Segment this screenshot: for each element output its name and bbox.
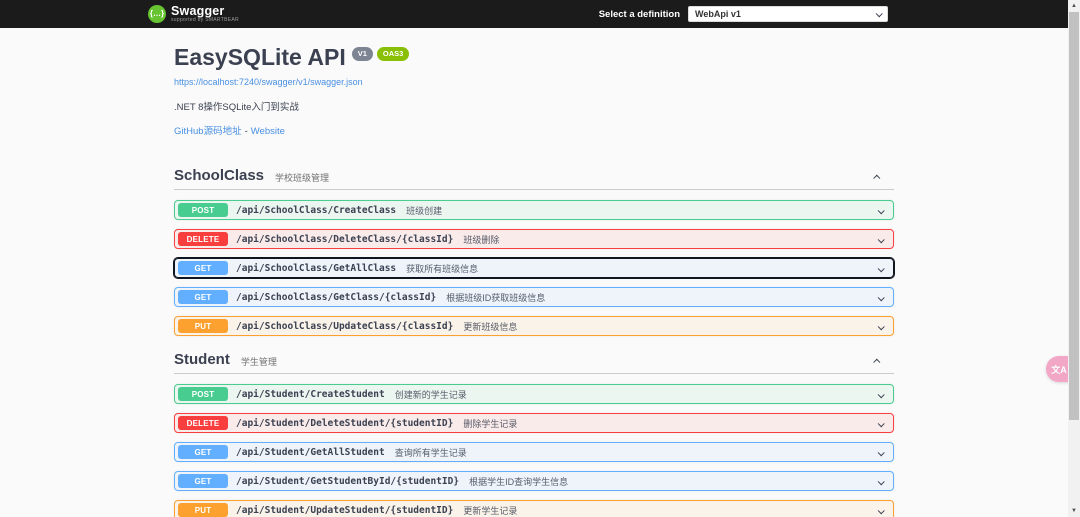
scroll-up-arrow-icon[interactable]: ▲ [1068, 0, 1080, 12]
endpoint-row[interactable]: GET /api/Student/GetStudentById/{student… [174, 471, 894, 491]
chevron-down-icon[interactable] [876, 441, 885, 463]
api-info: EasySQLite API V1 OAS3 https://localhost… [174, 28, 894, 137]
tag-section: SchoolClass 学校班级管理 POST /api/SchoolClass… [174, 166, 894, 336]
http-method-badge: PUT [178, 503, 228, 517]
endpoint-path: /api/SchoolClass/GetAllClass [236, 263, 396, 274]
section-header[interactable]: SchoolClass 学校班级管理 [174, 166, 894, 190]
endpoint-path: /api/Student/GetAllStudent [236, 447, 385, 458]
chevron-down-icon[interactable] [876, 499, 885, 517]
section-title: SchoolClass [174, 167, 264, 184]
chevron-down-icon[interactable] [876, 383, 885, 405]
operations-list: POST /api/Student/CreateStudent 创建新的学生记录… [174, 384, 894, 517]
operations-list: POST /api/SchoolClass/CreateClass 班级创建 D… [174, 200, 894, 336]
endpoint-row[interactable]: POST /api/Student/CreateStudent 创建新的学生记录 [174, 384, 894, 404]
api-description: .NET 8操作SQLite入门到实战 [174, 99, 894, 113]
chevron-down-icon[interactable] [876, 286, 885, 308]
chevron-up-icon[interactable] [873, 165, 882, 187]
oas3-badge: OAS3 [377, 47, 409, 61]
endpoint-row[interactable]: DELETE /api/SchoolClass/DeleteClass/{cla… [174, 229, 894, 249]
translate-icon: 文A [1051, 363, 1067, 376]
endpoint-path: /api/Student/DeleteStudent/{studentID} [236, 418, 453, 429]
swagger-json-link[interactable]: https://localhost:7240/swagger/v1/swagge… [174, 77, 363, 87]
swagger-logo-text: Swagger [171, 5, 239, 18]
http-method-badge: GET [178, 474, 228, 488]
http-method-badge: GET [178, 290, 228, 304]
endpoint-path: /api/SchoolClass/GetClass/{classId} [236, 292, 436, 303]
endpoint-path: /api/Student/UpdateStudent/{studentID} [236, 505, 453, 516]
endpoint-path: /api/SchoolClass/DeleteClass/{classId} [236, 234, 453, 245]
http-method-badge: POST [178, 203, 228, 217]
section-description: 学校班级管理 [275, 171, 329, 184]
http-method-badge: GET [178, 261, 228, 275]
endpoint-summary: 获取所有班级信息 [406, 262, 478, 275]
scroll-down-arrow-icon[interactable]: ▼ [1068, 505, 1080, 517]
page-title: EasySQLite API [174, 44, 346, 70]
chevron-down-icon [876, 10, 883, 17]
website-link[interactable]: Website [251, 126, 285, 137]
section-title: Student [174, 351, 230, 368]
endpoint-path: /api/SchoolClass/UpdateClass/{classId} [236, 321, 453, 332]
endpoint-path: /api/Student/CreateStudent [236, 389, 385, 400]
definition-select-value: WebApi v1 [695, 9, 741, 19]
version-badge: V1 [352, 47, 373, 61]
definition-select-label: Select a definition [599, 9, 680, 20]
swagger-logo-subtext: supported by SMARTBEAR [171, 18, 239, 23]
endpoint-summary: 更新学生记录 [463, 504, 517, 517]
http-method-badge: DELETE [178, 416, 228, 430]
endpoint-summary: 根据班级ID获取班级信息 [446, 291, 545, 304]
endpoint-summary: 更新班级信息 [463, 320, 517, 333]
main-content: EasySQLite API V1 OAS3 https://localhost… [174, 28, 894, 517]
chevron-down-icon[interactable] [876, 315, 885, 337]
chevron-down-icon[interactable] [876, 228, 885, 250]
github-link[interactable]: GitHub源码地址 [174, 126, 242, 137]
vertical-scrollbar[interactable]: ▲ ▼ [1068, 0, 1080, 517]
http-method-badge: PUT [178, 319, 228, 333]
endpoint-path: /api/SchoolClass/CreateClass [236, 205, 396, 216]
scrollbar-thumb[interactable] [1069, 12, 1079, 420]
section-description: 学生管理 [241, 355, 277, 368]
endpoint-path: /api/Student/GetStudentById/{studentID} [236, 476, 459, 487]
endpoint-row[interactable]: GET /api/SchoolClass/GetAllClass 获取所有班级信… [174, 258, 894, 278]
endpoint-summary: 班级创建 [406, 204, 442, 217]
http-method-badge: GET [178, 445, 228, 459]
api-sections: SchoolClass 学校班级管理 POST /api/SchoolClass… [174, 166, 894, 517]
endpoint-row[interactable]: GET /api/Student/GetAllStudent 查询所有学生记录 [174, 442, 894, 462]
tag-section: Student 学生管理 POST /api/Student/CreateStu… [174, 350, 894, 517]
endpoint-summary: 根据学生ID查询学生信息 [469, 475, 568, 488]
section-header[interactable]: Student 学生管理 [174, 350, 894, 374]
swagger-logo-icon: {…} [148, 5, 166, 23]
link-separator: - [245, 126, 248, 137]
chevron-down-icon[interactable] [876, 470, 885, 492]
endpoint-row[interactable]: DELETE /api/Student/DeleteStudent/{stude… [174, 413, 894, 433]
chevron-down-icon[interactable] [876, 199, 885, 221]
endpoint-row[interactable]: PUT /api/SchoolClass/UpdateClass/{classI… [174, 316, 894, 336]
endpoint-row[interactable]: GET /api/SchoolClass/GetClass/{classId} … [174, 287, 894, 307]
endpoint-summary: 创建新的学生记录 [395, 388, 467, 401]
endpoint-summary: 查询所有学生记录 [395, 446, 467, 459]
endpoint-summary: 班级删除 [463, 233, 499, 246]
chevron-down-icon[interactable] [876, 257, 885, 279]
endpoint-row[interactable]: PUT /api/Student/UpdateStudent/{studentI… [174, 500, 894, 517]
definition-select[interactable]: WebApi v1 [688, 6, 888, 22]
http-method-badge: DELETE [178, 232, 228, 246]
swagger-logo: {…} Swagger supported by SMARTBEAR [148, 5, 239, 24]
chevron-down-icon[interactable] [876, 412, 885, 434]
chevron-up-icon[interactable] [873, 349, 882, 371]
topbar: {…} Swagger supported by SMARTBEAR Selec… [0, 0, 1080, 28]
endpoint-row[interactable]: POST /api/SchoolClass/CreateClass 班级创建 [174, 200, 894, 220]
http-method-badge: POST [178, 387, 228, 401]
endpoint-summary: 删除学生记录 [463, 417, 517, 430]
